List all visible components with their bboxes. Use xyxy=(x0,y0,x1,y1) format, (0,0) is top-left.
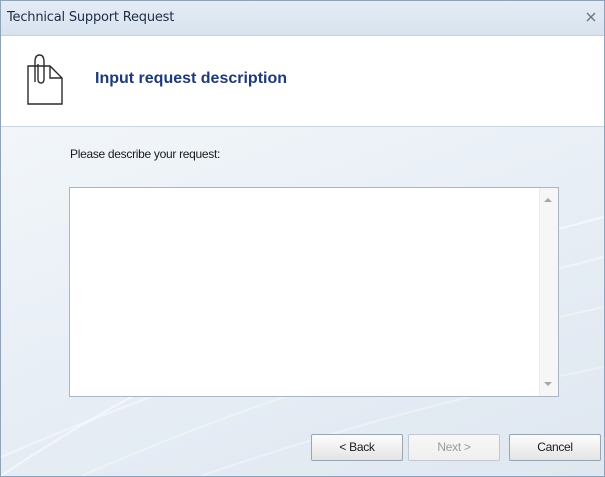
back-button[interactable]: < Back xyxy=(311,434,403,461)
cancel-button[interactable]: Cancel xyxy=(509,434,601,461)
vertical-scrollbar[interactable] xyxy=(539,188,558,396)
document-clip-icon xyxy=(24,52,66,108)
request-description-box xyxy=(69,187,559,397)
request-description-input[interactable] xyxy=(70,188,540,396)
window-title: Technical Support Request xyxy=(7,10,175,25)
request-prompt-label: Please describe your request: xyxy=(70,147,221,161)
dialog-window: Technical Support Request Input request … xyxy=(0,0,605,477)
next-button[interactable]: Next > xyxy=(408,434,500,461)
title-bar[interactable]: Technical Support Request xyxy=(1,1,604,36)
page-title: Input request description xyxy=(95,70,288,87)
scroll-up-arrow-icon[interactable] xyxy=(544,198,552,202)
wizard-header: Input request description xyxy=(1,36,604,127)
close-icon[interactable] xyxy=(584,10,598,24)
scroll-down-arrow-icon[interactable] xyxy=(544,382,552,386)
